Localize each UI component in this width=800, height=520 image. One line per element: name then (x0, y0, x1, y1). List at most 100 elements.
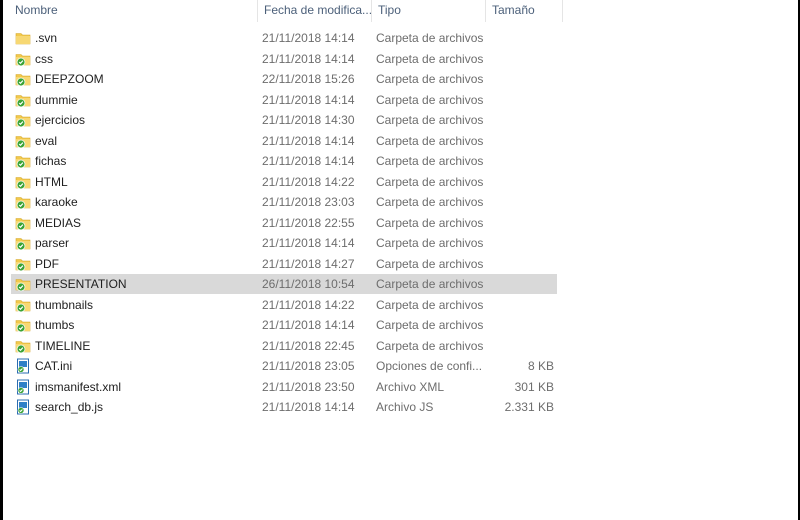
file-name: parser (35, 236, 70, 250)
file-row[interactable]: css 21/11/2018 14:14 Carpeta de archivos (11, 49, 557, 69)
file-size: 2.331 KB (504, 400, 554, 414)
column-header-size[interactable]: Tamaño (486, 0, 563, 22)
file-synced-icon (15, 358, 31, 374)
file-date-modified: 21/11/2018 23:03 (262, 195, 355, 209)
file-name: .svn (35, 31, 58, 45)
file-date-modified: 21/11/2018 14:22 (262, 297, 355, 312)
folder-synced-icon (15, 235, 31, 251)
file-synced-icon (15, 379, 31, 395)
file-row[interactable]: MEDIAS 21/11/2018 22:55 Carpeta de archivo… (11, 213, 557, 233)
folder-synced-icon (15, 174, 31, 190)
folder-synced-icon (15, 153, 31, 169)
file-type: Archivo XML (376, 379, 445, 394)
file-name: DEEPZOOM (35, 72, 104, 86)
file-row[interactable]: PDF 21/11/2018 14:27 Carpeta de archivos (11, 254, 557, 274)
file-size (486, 131, 554, 151)
file-size: 8 KB (527, 359, 554, 373)
file-row[interactable]: CAT.ini 21/11/2018 23:05 Opciones de confi… (11, 356, 557, 376)
file-size (486, 110, 554, 130)
folder-synced-icon (15, 276, 31, 292)
file-name: HTML (35, 174, 68, 189)
file-row[interactable]: search_db.js 21/11/2018 14:14 Archivo JS 2.… (11, 397, 557, 417)
file-size (486, 172, 554, 192)
folder-synced-icon (15, 71, 31, 87)
file-row[interactable]: thumbnails 21/11/2018 14:22 Carpeta de arc… (11, 295, 557, 315)
folder-synced-icon (15, 215, 31, 231)
file-row[interactable]: fichas 21/11/2018 14:14 Carpeta de archivo… (11, 151, 557, 171)
folder-synced-icon (15, 51, 31, 67)
file-row[interactable]: ejercicios 21/11/2018 14:30 Carpeta de arc… (11, 110, 557, 130)
file-name: fichas (35, 154, 67, 168)
file-row[interactable]: thumbs 21/11/2018 14:14 Carpeta de archivo… (11, 315, 557, 335)
file-date-modified: 21/11/2018 14:14 (262, 92, 355, 107)
file-name: ejercicios (35, 113, 86, 127)
file-name: karaoke (35, 195, 78, 209)
file-name: TIMELINE (35, 338, 91, 353)
folder-synced-icon (15, 112, 31, 128)
file-row[interactable]: karaoke 21/11/2018 23:03 Carpeta de archiv… (11, 192, 557, 212)
file-row[interactable]: PRESENTATION 26/11/2018 10:54 Carpeta de a… (11, 274, 557, 294)
column-header-type[interactable]: Tipo (372, 0, 486, 22)
file-date-modified: 21/11/2018 14:14 (262, 318, 355, 332)
file-type: Carpeta de archivos (376, 256, 484, 271)
file-type: Carpeta de archivos (376, 297, 484, 312)
file-date-modified: 21/11/2018 14:30 (262, 113, 355, 127)
file-explorer-window: Nombre Fecha de modifica... Tipo Tamaño … (3, 0, 798, 520)
file-row[interactable]: imsmanifest.xml 21/11/2018 23:50 Archivo X… (11, 377, 557, 397)
file-type: Carpeta de archivos (376, 318, 484, 332)
folder-synced-icon (15, 133, 31, 149)
file-name: css (35, 51, 53, 66)
file-size (486, 274, 554, 294)
file-row[interactable]: parser 21/11/2018 14:14 Carpeta de archivo… (11, 233, 557, 253)
file-type: Carpeta de archivos (376, 31, 484, 45)
file-name: eval (35, 133, 58, 148)
file-row[interactable]: dummie 21/11/2018 14:14 Carpeta de archivo… (11, 90, 557, 110)
column-header-name[interactable]: Nombre (9, 0, 258, 22)
file-date-modified: 21/11/2018 22:45 (262, 338, 355, 353)
folder-synced-icon (15, 194, 31, 210)
file-type: Carpeta de archivos (376, 113, 484, 127)
file-size (486, 49, 554, 69)
file-row[interactable]: eval 21/11/2018 14:14 Carpeta de archivos (11, 131, 557, 151)
file-name: imsmanifest.xml (35, 379, 122, 394)
column-header-bar: Nombre Fecha de modifica... Tipo Tamaño (3, 0, 563, 22)
file-date-modified: 21/11/2018 14:27 (262, 256, 355, 271)
file-date-modified: 21/11/2018 14:14 (262, 31, 355, 45)
file-synced-icon (15, 399, 31, 415)
file-type: Opciones de confi... (376, 359, 483, 373)
file-name: dummie (35, 92, 78, 107)
file-type: Carpeta de archivos (376, 133, 484, 148)
file-type: Carpeta de archivos (376, 92, 484, 107)
folder-synced-icon (15, 297, 31, 313)
file-row[interactable]: .svn 21/11/2018 14:14 Carpeta de archivos (11, 28, 557, 48)
file-name: thumbnails (35, 297, 94, 312)
file-size (486, 213, 554, 233)
column-header-date[interactable]: Fecha de modifica... (258, 0, 372, 22)
file-type: Archivo JS (376, 400, 434, 414)
file-date-modified: 21/11/2018 22:55 (262, 215, 355, 230)
file-date-modified: 21/11/2018 14:14 (262, 154, 355, 168)
file-row[interactable]: DEEPZOOM 22/11/2018 15:26 Carpeta de archi… (11, 69, 557, 89)
folder-synced-icon (15, 92, 31, 108)
file-row[interactable]: HTML 21/11/2018 14:22 Carpeta de archivos (11, 172, 557, 192)
file-date-modified: 21/11/2018 14:14 (262, 133, 355, 148)
file-type: Carpeta de archivos (376, 154, 484, 168)
file-size: 301 KB (514, 379, 554, 394)
file-date-modified: 21/11/2018 14:14 (262, 51, 355, 66)
file-type: Carpeta de archivos (376, 72, 484, 86)
file-size (486, 90, 554, 110)
file-name: PRESENTATION (35, 277, 127, 291)
file-name: MEDIAS (35, 215, 82, 230)
file-type: Carpeta de archivos (376, 174, 484, 189)
file-type: Carpeta de archivos (376, 51, 484, 66)
file-size (486, 69, 554, 89)
file-size (486, 254, 554, 274)
file-date-modified: 21/11/2018 23:05 (262, 359, 355, 373)
file-size (486, 192, 554, 212)
file-row[interactable]: TIMELINE 21/11/2018 22:45 Carpeta de archi… (11, 336, 557, 356)
file-size (486, 28, 554, 48)
file-name: thumbs (35, 318, 75, 332)
folder-synced-icon (15, 317, 31, 333)
file-name: search_db.js (35, 400, 104, 414)
file-size (486, 336, 554, 356)
